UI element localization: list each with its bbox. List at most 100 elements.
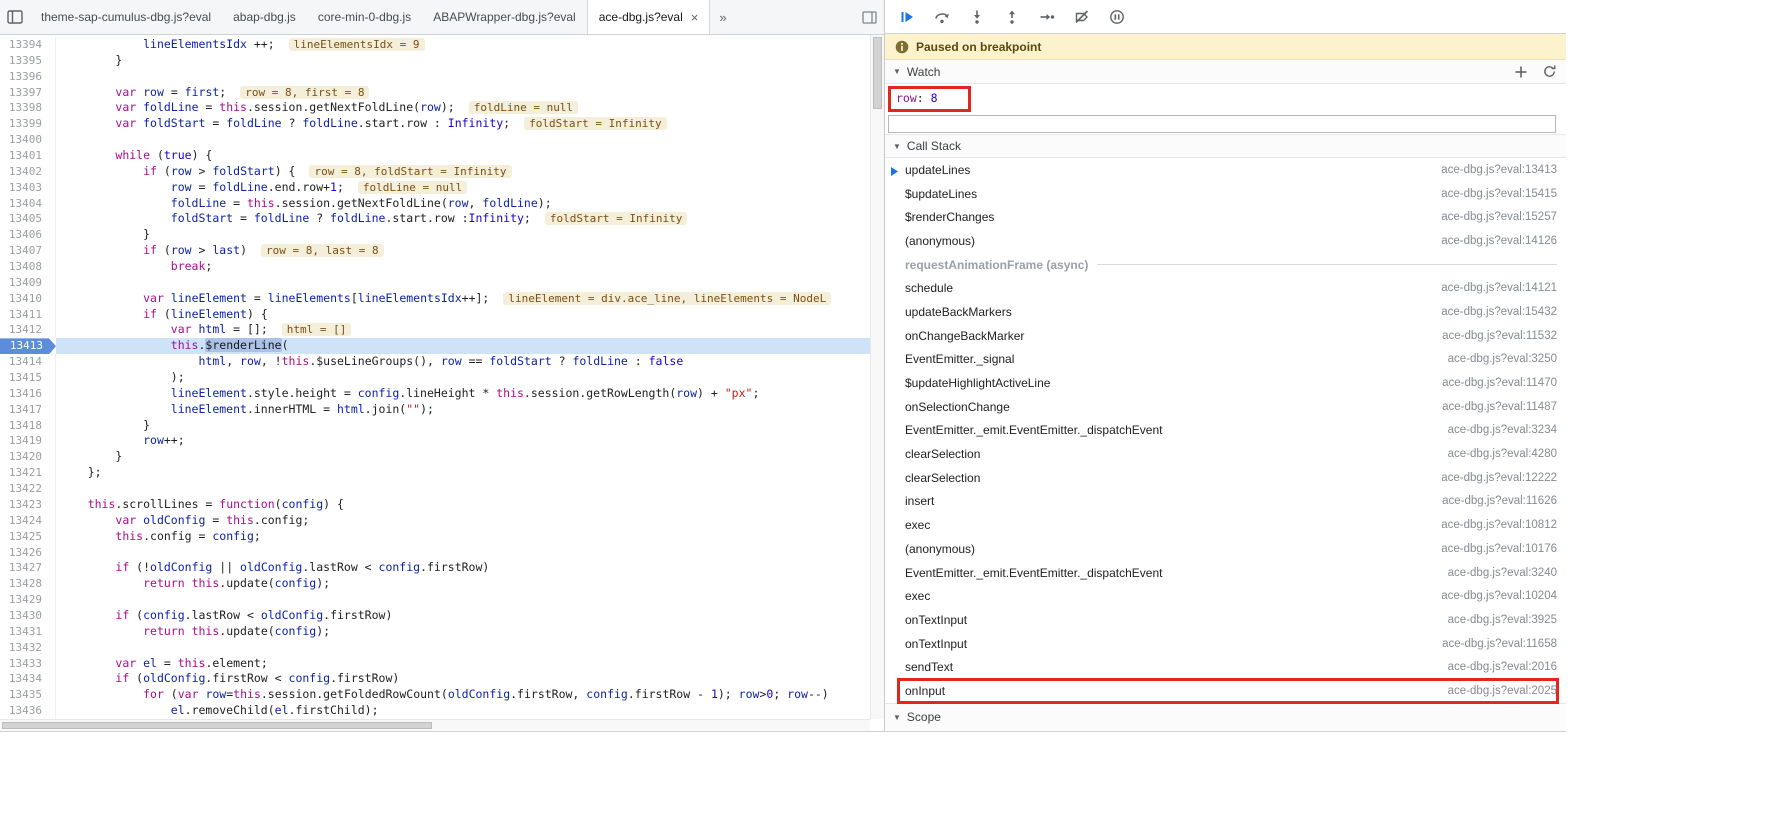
code-line[interactable]: 13428 return this.update(config); xyxy=(0,576,870,593)
frame-source-location[interactable]: ace-dbg.js?eval:4280 xyxy=(1448,448,1557,460)
line-number[interactable]: 13399 xyxy=(0,116,56,133)
step-out-button[interactable] xyxy=(1003,9,1021,25)
editor-horizontal-scrollbar[interactable] xyxy=(0,719,870,731)
frame-source-location[interactable]: ace-dbg.js?eval:2025 xyxy=(1448,685,1557,697)
call-stack-frame[interactable]: onTextInput ace-dbg.js?eval:3925 xyxy=(885,608,1566,632)
line-number[interactable]: 13415 xyxy=(0,370,56,386)
code-line[interactable]: 13432 xyxy=(0,639,870,656)
line-number[interactable]: 13432 xyxy=(0,639,56,656)
code-line[interactable]: 13417 lineElement.innerHTML = html.join(… xyxy=(0,401,870,418)
code-line[interactable]: 13396 xyxy=(0,68,870,85)
frame-source-location[interactable]: ace-dbg.js?eval:11532 xyxy=(1442,330,1557,342)
code-line[interactable]: 13422 xyxy=(0,481,870,497)
call-stack-frame[interactable]: (anonymous) ace-dbg.js?eval:10176 xyxy=(885,537,1566,561)
line-number[interactable]: 13414 xyxy=(0,354,56,371)
more-tabs-icon[interactable]: » xyxy=(710,10,735,25)
line-number[interactable]: 13398 xyxy=(0,100,56,117)
line-number[interactable]: 13406 xyxy=(0,227,56,244)
frame-source-location[interactable]: ace-dbg.js?eval:11487 xyxy=(1442,401,1557,413)
frame-source-location[interactable]: ace-dbg.js?eval:10812 xyxy=(1441,519,1557,531)
call-stack-frame[interactable]: updateBackMarkers ace-dbg.js?eval:15432 xyxy=(885,300,1566,324)
line-number[interactable]: 13424 xyxy=(0,512,56,529)
frame-source-location[interactable]: ace-dbg.js?eval:15257 xyxy=(1441,211,1557,223)
line-number[interactable]: 13394 xyxy=(0,37,56,53)
code-line[interactable]: 13429 xyxy=(0,592,870,608)
call-stack-frame[interactable]: exec ace-dbg.js?eval:10204 xyxy=(885,584,1566,608)
line-number[interactable]: 13428 xyxy=(0,576,56,593)
line-number[interactable]: 13405 xyxy=(0,211,56,228)
line-number[interactable]: 13401 xyxy=(0,148,56,164)
frame-source-location[interactable]: ace-dbg.js?eval:13413 xyxy=(1441,164,1557,176)
code-line[interactable]: 13427 if (!oldConfig || oldConfig.lastRo… xyxy=(0,560,870,577)
line-number[interactable]: 13433 xyxy=(0,655,56,672)
frame-source-location[interactable]: ace-dbg.js?eval:11658 xyxy=(1442,638,1557,650)
pause-on-exceptions-button[interactable] xyxy=(1108,9,1126,25)
line-number[interactable]: 13397 xyxy=(0,84,56,101)
call-stack-frame[interactable]: updateLines ace-dbg.js?eval:13413 xyxy=(885,158,1566,182)
code-line[interactable]: 13416 lineElement.style.height = config.… xyxy=(0,385,870,402)
code-line[interactable]: 13408 break; xyxy=(0,259,870,275)
file-tab[interactable]: abap-dbg.js xyxy=(222,0,307,34)
line-number[interactable]: 13396 xyxy=(0,68,56,85)
line-number[interactable]: 13434 xyxy=(0,671,56,688)
code-line[interactable]: 13409 xyxy=(0,274,870,291)
line-number[interactable]: 13411 xyxy=(0,306,56,323)
line-number[interactable]: 13409 xyxy=(0,274,56,291)
refresh-watch-button[interactable] xyxy=(1542,64,1557,79)
file-tab[interactable]: theme-sap-cumulus-dbg.js?eval xyxy=(30,0,222,34)
call-stack-frame[interactable]: onSelectionChange ace-dbg.js?eval:11487 xyxy=(885,395,1566,419)
deactivate-breakpoints-button[interactable] xyxy=(1073,9,1091,25)
scrollbar-thumb[interactable] xyxy=(873,37,882,109)
frame-source-location[interactable]: ace-dbg.js?eval:3240 xyxy=(1448,567,1557,579)
call-stack-frame[interactable]: insert ace-dbg.js?eval:11626 xyxy=(885,490,1566,514)
call-stack-frame[interactable]: EventEmitter._emit.EventEmitter._dispatc… xyxy=(885,561,1566,585)
code-line[interactable]: 13423 this.scrollLines = function(config… xyxy=(0,496,870,513)
tab-close-icon[interactable]: × xyxy=(691,11,699,24)
code-line[interactable]: 13418 } xyxy=(0,417,870,434)
line-number[interactable]: 13427 xyxy=(0,560,56,577)
add-watch-expression-button[interactable] xyxy=(1514,65,1528,79)
editor-vertical-scrollbar[interactable] xyxy=(870,35,884,719)
line-number[interactable]: 13430 xyxy=(0,607,56,624)
watch-expression-input[interactable] xyxy=(888,115,1556,134)
code-line[interactable]: 13398 var foldLine = this.session.getNex… xyxy=(0,100,870,117)
frame-source-location[interactable]: ace-dbg.js?eval:14126 xyxy=(1441,235,1557,247)
step-button[interactable] xyxy=(1038,9,1056,25)
line-number[interactable]: 13416 xyxy=(0,385,56,402)
call-stack-frame[interactable]: exec ace-dbg.js?eval:10812 xyxy=(885,513,1566,537)
line-number[interactable]: 13435 xyxy=(0,687,56,704)
line-number[interactable]: 13400 xyxy=(0,132,56,149)
code-line-current[interactable]: 13413 this.$renderLine( xyxy=(0,338,870,355)
watch-expression-row[interactable]: row: 8 xyxy=(888,86,1558,113)
call-stack-frame[interactable]: $updateLines ace-dbg.js?eval:15415 xyxy=(885,182,1566,206)
code-line[interactable]: 13397 var row = first; row = 8, first = 8 xyxy=(0,84,870,101)
code-line[interactable]: 13400 xyxy=(0,132,870,149)
frame-source-location[interactable]: ace-dbg.js?eval:10204 xyxy=(1441,590,1557,602)
file-tab[interactable]: core-min-0-dbg.js xyxy=(307,0,422,34)
line-number[interactable]: 13407 xyxy=(0,243,56,260)
code-line[interactable]: 13436 el.removeChild(el.firstChild); xyxy=(0,703,870,719)
code-line[interactable]: 13411 if (lineElement) { xyxy=(0,306,870,323)
code-line[interactable]: 13419 row++; xyxy=(0,433,870,450)
call-stack-frame[interactable]: $renderChanges ace-dbg.js?eval:15257 xyxy=(885,205,1566,229)
frame-source-location[interactable]: ace-dbg.js?eval:14121 xyxy=(1441,282,1557,294)
frame-source-location[interactable]: ace-dbg.js?eval:15432 xyxy=(1441,306,1557,318)
frame-source-location[interactable]: ace-dbg.js?eval:10176 xyxy=(1441,543,1557,555)
code-line[interactable]: 13407 if (row > last) row = 8, last = 8 xyxy=(0,243,870,260)
code-line[interactable]: 13394 lineElementsIdx ++; lineElementsIdx… xyxy=(0,37,870,53)
code-line[interactable]: 13406 } xyxy=(0,227,870,244)
call-stack-frame[interactable]: onTextInput ace-dbg.js?eval:11658 xyxy=(885,632,1566,656)
file-tab[interactable]: ace-dbg.js?eval × xyxy=(586,0,711,34)
code-line[interactable]: 13435 for (var row=this.session.getFolde… xyxy=(0,687,870,704)
code-editor[interactable]: 13394 lineElementsIdx ++; lineElementsIdx… xyxy=(0,35,870,719)
call-stack-frame[interactable]: sendText ace-dbg.js?eval:2016 xyxy=(885,655,1566,679)
watch-section-header[interactable]: ▼ Watch xyxy=(885,60,1566,84)
code-line[interactable]: 13395 } xyxy=(0,52,870,69)
line-number[interactable]: 13431 xyxy=(0,623,56,640)
line-number[interactable]: 13413 xyxy=(0,338,56,355)
code-line[interactable]: 13425 this.config = config; xyxy=(0,528,870,545)
code-line[interactable]: 13433 var el = this.element; xyxy=(0,655,870,672)
line-number[interactable]: 13418 xyxy=(0,417,56,434)
frame-source-location[interactable]: ace-dbg.js?eval:3925 xyxy=(1448,614,1557,626)
code-line[interactable]: 13401 while (true) { xyxy=(0,148,870,164)
